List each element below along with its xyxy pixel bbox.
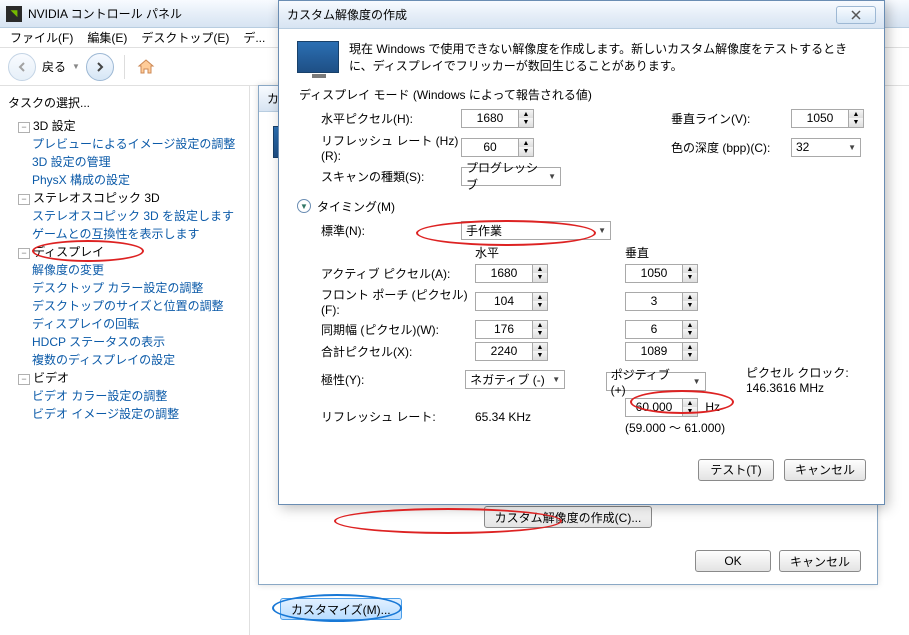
h-pixel-label: 水平ピクセル(H): (321, 110, 461, 127)
fporch-h-spinner[interactable]: ▲▼ (475, 292, 548, 311)
total-v-spinner[interactable]: ▲▼ (625, 342, 698, 361)
tree-video[interactable]: ビデオ (33, 371, 69, 385)
intro-text: 現在 Windows で使用できない解像度を作成します。新しいカスタム解像度をテ… (349, 41, 866, 76)
cancel-button[interactable]: キャンセル (779, 550, 861, 572)
timing-label: タイミング(M) (317, 198, 395, 215)
fporch-v-spinner[interactable]: ▲▼ (625, 292, 698, 311)
tree-manage-3d[interactable]: 3D 設定の管理 (32, 153, 245, 170)
tree-toggle[interactable]: − (18, 194, 30, 205)
refresh-rate-row-label: リフレッシュ レート: (321, 408, 475, 425)
h-pixel-spinner[interactable]: ▲▼ (461, 109, 534, 128)
tree-stereo-3d[interactable]: ステレオスコピック 3D (33, 191, 160, 205)
tree-video-image[interactable]: ビデオ イメージ設定の調整 (32, 405, 245, 422)
refresh-khz-value: 65.34 KHz (475, 410, 531, 424)
active-pixel-label: アクティブ ピクセル(A): (321, 265, 475, 282)
task-tree: −3D 設定 プレビューによるイメージ設定の調整 3D 設定の管理 PhysX … (4, 117, 245, 422)
v-line-spinner[interactable]: ▲▼ (791, 109, 864, 128)
tree-multi-display[interactable]: 複数のディスプレイの設定 (32, 351, 245, 368)
collapse-timing-icon[interactable]: ▼ (297, 199, 311, 213)
dialog-titlebar[interactable]: カスタム解像度の作成 (279, 1, 884, 29)
ok-button[interactable]: OK (695, 550, 771, 572)
horizontal-header: 水平 (475, 244, 625, 261)
front-porch-label: フロント ポーチ (ピクセル)(F): (321, 286, 475, 317)
close-icon (851, 10, 861, 20)
monitor-icon (297, 41, 339, 73)
sync-width-label: 同期幅 (ピクセル)(W): (321, 321, 475, 338)
scan-type-label: スキャンの種類(S): (321, 168, 461, 185)
active-h-spinner[interactable]: ▲▼ (475, 264, 548, 283)
separator (124, 55, 125, 79)
tree-3d-settings[interactable]: 3D 設定 (33, 119, 76, 133)
bpp-label: 色の深度 (bpp)(C): (671, 139, 791, 156)
chevron-down-icon: ▼ (542, 172, 556, 181)
tree-setup-stereo[interactable]: ステレオスコピック 3D を設定します (32, 207, 245, 224)
sync-h-spinner[interactable]: ▲▼ (475, 320, 548, 339)
hz-unit: Hz (705, 400, 720, 414)
tree-toggle[interactable]: − (18, 248, 30, 259)
active-v-spinner[interactable]: ▲▼ (625, 264, 698, 283)
back-button[interactable] (8, 53, 36, 81)
v-line-label: 垂直ライン(V): (671, 110, 791, 127)
create-custom-resolution-button[interactable]: カスタム解像度の作成(C)... (484, 506, 653, 528)
menu-edit[interactable]: 編集(E) (81, 27, 133, 48)
tree-preview-image-settings[interactable]: プレビューによるイメージ設定の調整 (32, 135, 245, 152)
tree-desktop-color[interactable]: デスクトップ カラー設定の調整 (32, 279, 245, 296)
tree-desktop-size[interactable]: デスクトップのサイズと位置の調整 (32, 297, 245, 314)
back-dropdown-icon[interactable]: ▼ (72, 62, 80, 71)
standard-select[interactable]: 手作業 ▼ (461, 221, 611, 240)
back-label: 戻る (42, 58, 66, 75)
tree-toggle[interactable]: − (18, 122, 30, 133)
refresh-rate-spinner[interactable]: ▲▼ (461, 138, 534, 157)
scan-type-select[interactable]: プログレッシブ▼ (461, 167, 561, 186)
dialog-title-text: カスタム解像度の作成 (287, 6, 407, 23)
refresh-rate-label: リフレッシュ レート (Hz)(R): (321, 132, 461, 163)
total-pixel-label: 合計ピクセル(X): (321, 343, 475, 360)
total-h-spinner[interactable]: ▲▼ (475, 342, 548, 361)
chevron-down-icon: ▼ (842, 143, 856, 152)
sidebar-header: タスクの選択... (8, 94, 241, 111)
v-line-input[interactable] (792, 110, 848, 127)
menu-desktop[interactable]: デスクトップ(E) (135, 27, 235, 48)
h-pixel-input[interactable] (462, 110, 518, 127)
tree-video-color[interactable]: ビデオ カラー設定の調整 (32, 387, 245, 404)
chevron-down-icon: ▼ (592, 226, 606, 235)
refresh-range: (59.000 ～ 61.000) (625, 419, 775, 436)
polarity-v-select[interactable]: ポジティブ (+)▼ (606, 372, 706, 391)
task-sidebar: タスクの選択... −3D 設定 プレビューによるイメージ設定の調整 3D 設定… (0, 86, 250, 635)
close-button[interactable] (836, 6, 876, 24)
display-mode-label: ディスプレイ モード (Windows によって報告される値) (299, 86, 866, 103)
create-resolution-dialog: カスタム解像度の作成 現在 Windows で使用できない解像度を作成します。新… (278, 0, 885, 505)
tree-rotate-display[interactable]: ディスプレイの回転 (32, 315, 245, 332)
tree-toggle[interactable]: − (18, 374, 30, 385)
bpp-value: 32 (796, 140, 809, 154)
refresh-hz-spinner[interactable]: ▲▼ (625, 398, 698, 417)
polarity-h-select[interactable]: ネガティブ (-)▼ (465, 370, 565, 389)
polarity-label: 極性(Y): (321, 371, 465, 388)
vertical-header: 垂直 (625, 244, 775, 261)
nvidia-icon: ◥ (6, 6, 22, 22)
forward-button[interactable] (86, 53, 114, 81)
tree-change-resolution[interactable]: 解像度の変更 (32, 261, 245, 278)
menu-file[interactable]: ファイル(F) (4, 27, 79, 48)
standard-value: 手作業 (466, 222, 502, 239)
chevron-down-icon: ▼ (687, 377, 701, 386)
pixel-clock-label: ピクセル クロック: (746, 364, 866, 381)
chevron-down-icon: ▼ (546, 375, 560, 384)
pixel-clock-value: 146.3616 MHz (746, 381, 866, 395)
refresh-rate-input[interactable] (462, 139, 518, 156)
bpp-select[interactable]: 32 ▼ (791, 138, 861, 157)
menu-display-trunc[interactable]: デ... (237, 27, 271, 48)
customize-button[interactable]: カスタマイズ(M)... (280, 598, 402, 620)
sync-v-spinner[interactable]: ▲▼ (625, 320, 698, 339)
scan-type-value: プログレッシブ (466, 159, 542, 193)
home-button[interactable] (135, 56, 157, 78)
cancel-button[interactable]: キャンセル (784, 459, 866, 481)
tree-physx[interactable]: PhysX 構成の設定 (32, 171, 245, 188)
standard-label: 標準(N): (321, 222, 461, 239)
test-button[interactable]: テスト(T) (698, 459, 774, 481)
tree-display[interactable]: ディスプレイ (33, 245, 104, 259)
tree-hdcp-status[interactable]: HDCP ステータスの表示 (32, 333, 245, 350)
tree-game-compat[interactable]: ゲームとの互換性を表示します (32, 225, 245, 242)
